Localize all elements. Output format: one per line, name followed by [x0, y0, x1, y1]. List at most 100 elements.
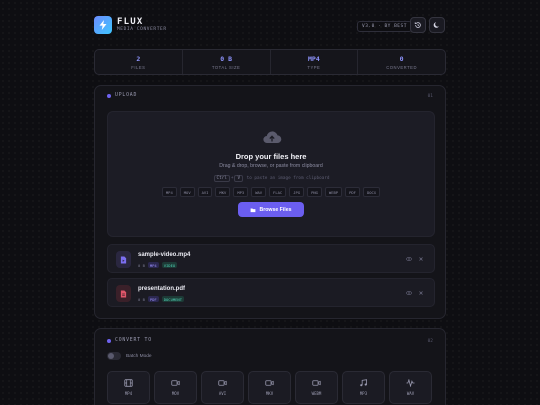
format-option-label: AVI	[218, 391, 227, 396]
convert-step-number: 02	[427, 339, 433, 344]
format-chip: MP4	[161, 187, 177, 197]
stat-type: MP4 TYPE	[271, 50, 359, 74]
video-camera-icon	[218, 380, 227, 386]
convert-panel: CONVERT TO 02 Batch Mode MP4 MOV AVI MKV…	[94, 328, 446, 405]
pdf-file-icon	[120, 290, 127, 297]
upload-title: UPLOAD	[115, 93, 138, 98]
format-chip: WEBP	[324, 187, 343, 197]
format-option-mkv[interactable]: MKV	[248, 371, 291, 404]
film-icon	[124, 379, 133, 387]
stat-label: TYPE	[307, 64, 321, 70]
format-option-avi[interactable]: AVI	[201, 371, 244, 404]
kbd-plus: +	[230, 176, 234, 181]
eye-icon[interactable]	[406, 256, 412, 262]
format-option-mp4[interactable]: MP4	[107, 371, 150, 404]
batch-mode-row: Batch Mode	[107, 352, 152, 360]
stats-bar: 2 FILES 0 B TOTAL SIZE MP4 TYPE 0 CONVER…	[94, 49, 446, 75]
batch-mode-toggle[interactable]	[107, 352, 121, 360]
video-camera-icon	[312, 380, 321, 386]
format-chip: PDF	[345, 187, 360, 197]
format-chip: DOCX	[362, 187, 381, 197]
file-meta: 0 B PDF DOCUMENT	[138, 296, 185, 302]
file-name: presentation.pdf	[138, 286, 186, 292]
file-type-badge	[116, 251, 131, 268]
drop-zone-subtitle: Drag & drop, browse, or paste from clipb…	[219, 163, 323, 169]
brand-name: FLUX	[117, 17, 144, 27]
theme-toggle-button[interactable]	[429, 17, 445, 33]
file-actions	[406, 256, 424, 262]
format-chip: AVI	[197, 187, 213, 197]
browse-files-button[interactable]: Browse Files	[238, 202, 304, 217]
drop-zone[interactable]: Drop your files here Drag & drop, browse…	[107, 111, 435, 237]
waveform-icon	[406, 379, 415, 387]
format-option-wav[interactable]: WAV	[389, 371, 432, 404]
moon-icon	[433, 22, 439, 28]
format-chip: JPG	[289, 187, 305, 197]
format-option-mp3[interactable]: MP3	[342, 371, 385, 404]
folder-icon	[251, 208, 256, 212]
section-dot-icon	[107, 338, 111, 343]
stat-files: 2 FILES	[95, 50, 183, 74]
brand-subtitle: MEDIA CONVERTER	[117, 27, 167, 32]
file-ext-badge: PDF	[147, 296, 159, 302]
format-option-label: MOV	[171, 391, 180, 396]
video-camera-icon	[171, 380, 180, 386]
stat-converted: 0 CONVERTED	[358, 50, 445, 74]
file-actions	[406, 290, 424, 296]
file-item[interactable]: presentation.pdf 0 B PDF DOCUMENT	[107, 278, 435, 307]
format-chip: MOV	[179, 187, 195, 197]
history-icon	[414, 22, 421, 28]
file-item[interactable]: sample-video.mp4 0 B MP4 VIDEO	[107, 244, 435, 273]
format-chip: MKV	[215, 187, 231, 197]
format-option-mov[interactable]: MOV	[154, 371, 197, 404]
convert-title: CONVERT TO	[115, 338, 152, 343]
video-file-icon	[120, 256, 127, 263]
format-option-label: MP3	[359, 391, 368, 396]
stat-value: 0	[399, 54, 404, 63]
app-logo	[94, 16, 112, 34]
convert-panel-header: CONVERT TO	[107, 338, 152, 343]
upload-panel-header: UPLOAD	[107, 93, 137, 98]
file-ext-badge: MP4	[147, 262, 159, 268]
video-camera-icon	[265, 380, 274, 386]
lightning-icon	[99, 20, 107, 30]
close-icon[interactable]	[418, 290, 424, 296]
file-name: sample-video.mp4	[138, 252, 191, 258]
stat-value: MP4	[308, 54, 320, 63]
format-option-label: WEBM	[311, 391, 322, 396]
cloud-upload-icon	[263, 131, 282, 144]
format-option-label: WAV	[406, 391, 415, 396]
upload-panel: UPLOAD 01 Drop your files here Drag & dr…	[94, 85, 446, 319]
section-dot-icon	[107, 93, 111, 98]
format-chip: FLAC	[269, 187, 287, 197]
music-note-icon	[360, 379, 368, 387]
supported-formats: MP4 MOV AVI MKV MP3 WAV FLAC JPG PNG WEB…	[108, 187, 434, 197]
format-option-label: MKV	[265, 391, 274, 396]
target-format-grid: MP4 MOV AVI MKV WEBM MP3 WAV	[107, 371, 432, 404]
file-category-badge: DOCUMENT	[161, 296, 185, 302]
file-size: 0 B	[138, 262, 145, 268]
file-size: 0 B	[138, 296, 145, 302]
history-button[interactable]	[410, 17, 426, 33]
upload-step-number: 01	[427, 94, 433, 99]
version-badge: V3.0 · BY BEST	[357, 21, 412, 32]
stat-label: TOTAL SIZE	[211, 64, 241, 70]
close-icon[interactable]	[418, 256, 424, 262]
format-chip: MP3	[233, 187, 249, 197]
format-chip: WAV	[251, 187, 267, 197]
format-option-label: MP4	[124, 391, 133, 396]
format-option-webm[interactable]: WEBM	[295, 371, 338, 404]
stat-label: CONVERTED	[386, 64, 417, 70]
paste-hint: Ctrl + V to paste an image from clipboard	[108, 175, 434, 182]
stat-label: FILES	[131, 64, 146, 70]
format-chip: PNG	[307, 187, 322, 197]
eye-icon[interactable]	[406, 290, 412, 296]
stat-value: 0 B	[220, 54, 232, 63]
browse-files-label: Browse Files	[259, 206, 292, 213]
file-meta: 0 B MP4 VIDEO	[138, 262, 178, 268]
stat-value: 2	[136, 54, 141, 63]
kbd-v: V	[234, 175, 244, 182]
file-type-badge	[116, 285, 131, 302]
drop-zone-title: Drop your files here	[235, 152, 307, 161]
stat-total-size: 0 B TOTAL SIZE	[183, 50, 271, 74]
